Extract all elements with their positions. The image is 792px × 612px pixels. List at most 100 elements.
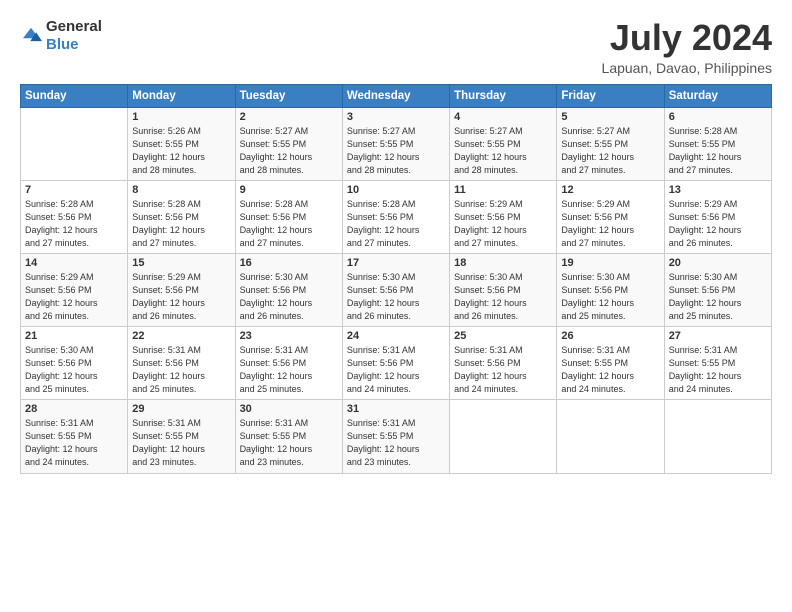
day-number: 22 (132, 330, 230, 342)
day-number: 23 (240, 330, 338, 342)
day-number: 19 (561, 257, 659, 269)
day-info: Sunrise: 5:30 AMSunset: 5:56 PMDaylight:… (25, 345, 98, 394)
calendar-cell: 17 Sunrise: 5:30 AMSunset: 5:56 PMDayligh… (342, 253, 449, 326)
logo-general: General (46, 18, 102, 35)
calendar-cell: 30 Sunrise: 5:31 AMSunset: 5:55 PMDayligh… (235, 400, 342, 473)
day-info: Sunrise: 5:30 AMSunset: 5:56 PMDaylight:… (347, 272, 420, 321)
day-info: Sunrise: 5:27 AMSunset: 5:55 PMDaylight:… (347, 126, 420, 175)
calendar-cell (450, 400, 557, 473)
day-number: 6 (669, 111, 767, 123)
logo-icon (20, 25, 42, 47)
calendar-table: Sunday Monday Tuesday Wednesday Thursday… (20, 84, 772, 474)
calendar-cell: 8Sunrise: 5:28 AMSunset: 5:56 PMDaylight… (128, 180, 235, 253)
day-number: 25 (454, 330, 552, 342)
day-number: 4 (454, 111, 552, 123)
month-year: July 2024 (602, 18, 772, 58)
day-info: Sunrise: 5:29 AMSunset: 5:56 PMDaylight:… (132, 272, 205, 321)
day-info: Sunrise: 5:31 AMSunset: 5:56 PMDaylight:… (347, 345, 420, 394)
day-number: 5 (561, 111, 659, 123)
header-row: Sunday Monday Tuesday Wednesday Thursday… (21, 84, 772, 107)
day-number: 14 (25, 257, 123, 269)
day-info: Sunrise: 5:26 AMSunset: 5:55 PMDaylight:… (132, 126, 205, 175)
day-number: 15 (132, 257, 230, 269)
day-number: 11 (454, 184, 552, 196)
calendar-cell (21, 107, 128, 180)
day-info: Sunrise: 5:29 AMSunset: 5:56 PMDaylight:… (669, 199, 742, 248)
day-info: Sunrise: 5:30 AMSunset: 5:56 PMDaylight:… (454, 272, 527, 321)
day-number: 27 (669, 330, 767, 342)
col-tuesday: Tuesday (235, 84, 342, 107)
logo-blue: Blue (46, 36, 79, 53)
calendar-cell: 6 Sunrise: 5:28 AMSunset: 5:55 PMDaylight… (664, 107, 771, 180)
calendar-cell: 24Sunrise: 5:31 AMSunset: 5:56 PMDayligh… (342, 327, 449, 400)
day-number: 31 (347, 403, 445, 415)
day-number: 13 (669, 184, 767, 196)
day-info: Sunrise: 5:27 AMSunset: 5:55 PMDaylight:… (240, 126, 313, 175)
col-monday: Monday (128, 84, 235, 107)
calendar-cell: 3Sunrise: 5:27 AMSunset: 5:55 PMDaylight… (342, 107, 449, 180)
day-info: Sunrise: 5:31 AMSunset: 5:55 PMDaylight:… (669, 345, 742, 394)
day-number: 21 (25, 330, 123, 342)
day-info: Sunrise: 5:31 AMSunset: 5:55 PMDaylight:… (25, 418, 98, 467)
day-number: 30 (240, 403, 338, 415)
title-block: July 2024 Lapuan, Davao, Philippines (602, 18, 772, 76)
day-info: Sunrise: 5:29 AMSunset: 5:56 PMDaylight:… (561, 199, 634, 248)
day-number: 9 (240, 184, 338, 196)
calendar-cell: 25 Sunrise: 5:31 AMSunset: 5:56 PMDayligh… (450, 327, 557, 400)
day-number: 29 (132, 403, 230, 415)
calendar-cell: 19 Sunrise: 5:30 AMSunset: 5:56 PMDayligh… (557, 253, 664, 326)
day-info: Sunrise: 5:31 AMSunset: 5:55 PMDaylight:… (561, 345, 634, 394)
location: Lapuan, Davao, Philippines (602, 60, 772, 76)
calendar-week-5: 28Sunrise: 5:31 AMSunset: 5:55 PMDayligh… (21, 400, 772, 473)
day-info: Sunrise: 5:28 AMSunset: 5:55 PMDaylight:… (669, 126, 742, 175)
calendar-cell: 21 Sunrise: 5:30 AMSunset: 5:56 PMDayligh… (21, 327, 128, 400)
day-info: Sunrise: 5:29 AMSunset: 5:56 PMDaylight:… (454, 199, 527, 248)
calendar-week-3: 14 Sunrise: 5:29 AMSunset: 5:56 PMDayligh… (21, 253, 772, 326)
calendar-cell: 23 Sunrise: 5:31 AMSunset: 5:56 PMDayligh… (235, 327, 342, 400)
day-info: Sunrise: 5:31 AMSunset: 5:55 PMDaylight:… (132, 418, 205, 467)
day-number: 18 (454, 257, 552, 269)
calendar-week-2: 7 Sunrise: 5:28 AMSunset: 5:56 PMDaylight… (21, 180, 772, 253)
day-number: 7 (25, 184, 123, 196)
calendar-cell (664, 400, 771, 473)
calendar-cell: 27 Sunrise: 5:31 AMSunset: 5:55 PMDayligh… (664, 327, 771, 400)
calendar-cell: 28Sunrise: 5:31 AMSunset: 5:55 PMDayligh… (21, 400, 128, 473)
calendar-cell: 9 Sunrise: 5:28 AMSunset: 5:56 PMDaylight… (235, 180, 342, 253)
calendar-cell: 4 Sunrise: 5:27 AMSunset: 5:55 PMDaylight… (450, 107, 557, 180)
day-info: Sunrise: 5:30 AMSunset: 5:56 PMDaylight:… (561, 272, 634, 321)
calendar-cell: 31 Sunrise: 5:31 AMSunset: 5:55 PMDayligh… (342, 400, 449, 473)
calendar-cell: 22 Sunrise: 5:31 AMSunset: 5:56 PMDayligh… (128, 327, 235, 400)
day-number: 8 (132, 184, 230, 196)
col-sunday: Sunday (21, 84, 128, 107)
day-info: Sunrise: 5:28 AMSunset: 5:56 PMDaylight:… (25, 199, 98, 248)
calendar-cell: 12Sunrise: 5:29 AMSunset: 5:56 PMDayligh… (557, 180, 664, 253)
day-number: 16 (240, 257, 338, 269)
day-info: Sunrise: 5:31 AMSunset: 5:55 PMDaylight:… (240, 418, 313, 467)
calendar-cell: 5Sunrise: 5:27 AMSunset: 5:55 PMDaylight… (557, 107, 664, 180)
day-info: Sunrise: 5:31 AMSunset: 5:56 PMDaylight:… (454, 345, 527, 394)
logo: General Blue (20, 18, 102, 54)
day-info: Sunrise: 5:31 AMSunset: 5:55 PMDaylight:… (347, 418, 420, 467)
col-saturday: Saturday (664, 84, 771, 107)
calendar-cell (557, 400, 664, 473)
col-thursday: Thursday (450, 84, 557, 107)
calendar-cell: 2Sunrise: 5:27 AMSunset: 5:55 PMDaylight… (235, 107, 342, 180)
day-info: Sunrise: 5:27 AMSunset: 5:55 PMDaylight:… (454, 126, 527, 175)
calendar-cell: 18 Sunrise: 5:30 AMSunset: 5:56 PMDayligh… (450, 253, 557, 326)
day-info: Sunrise: 5:30 AMSunset: 5:56 PMDaylight:… (240, 272, 313, 321)
calendar-week-1: 1Sunrise: 5:26 AMSunset: 5:55 PMDaylight… (21, 107, 772, 180)
col-friday: Friday (557, 84, 664, 107)
calendar-week-4: 21 Sunrise: 5:30 AMSunset: 5:56 PMDayligh… (21, 327, 772, 400)
day-number: 26 (561, 330, 659, 342)
day-info: Sunrise: 5:28 AMSunset: 5:56 PMDaylight:… (240, 199, 313, 248)
calendar-cell: 10Sunrise: 5:28 AMSunset: 5:56 PMDayligh… (342, 180, 449, 253)
day-info: Sunrise: 5:31 AMSunset: 5:56 PMDaylight:… (132, 345, 205, 394)
calendar-cell: 20Sunrise: 5:30 AMSunset: 5:56 PMDayligh… (664, 253, 771, 326)
day-info: Sunrise: 5:31 AMSunset: 5:56 PMDaylight:… (240, 345, 313, 394)
header: General Blue July 2024 Lapuan, Davao, Ph… (20, 18, 772, 76)
calendar-cell: 1Sunrise: 5:26 AMSunset: 5:55 PMDaylight… (128, 107, 235, 180)
day-number: 17 (347, 257, 445, 269)
day-number: 10 (347, 184, 445, 196)
calendar-cell: 15 Sunrise: 5:29 AMSunset: 5:56 PMDayligh… (128, 253, 235, 326)
day-info: Sunrise: 5:30 AMSunset: 5:56 PMDaylight:… (669, 272, 742, 321)
